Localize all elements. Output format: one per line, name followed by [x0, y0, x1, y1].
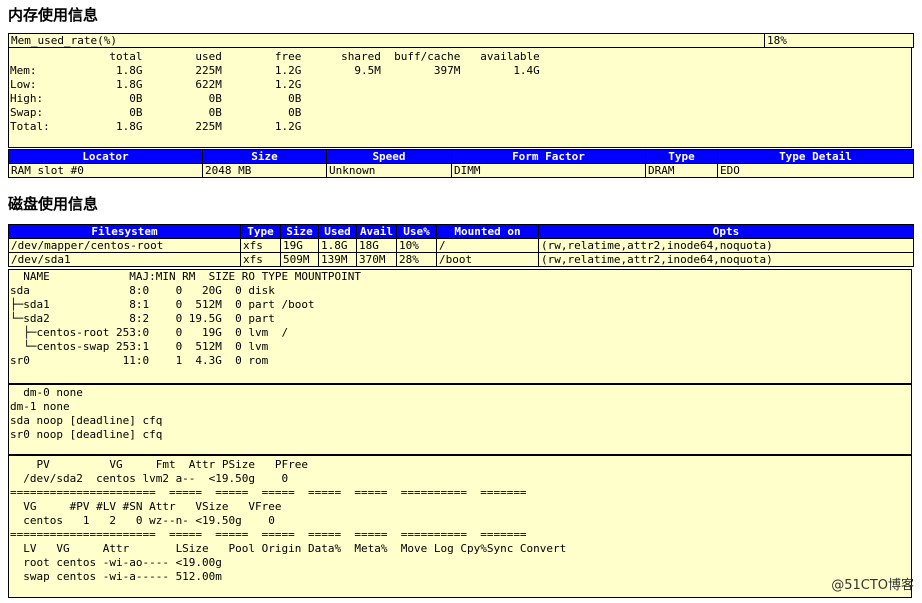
fs-header-cell: Mounted on	[436, 224, 539, 239]
ram-header-cell: Type Detail	[717, 149, 914, 164]
fs-header-cell: Opts	[538, 224, 914, 239]
fs-cell: /dev/sda1	[8, 252, 241, 267]
watermark: @51CTO博客	[831, 578, 914, 593]
ram-cell: RAM slot #0	[8, 163, 203, 178]
fs-cell: (rw,relatime,attr2,inode64,noquota)	[538, 252, 914, 267]
ram-header-cell: Form Factor	[451, 149, 646, 164]
fs-cell: 19G	[280, 238, 319, 253]
ram-header-cell: Locator	[8, 149, 203, 164]
lsblk-output: NAME MAJ:MIN RM SIZE RO TYPE MOUNTPOINT …	[8, 269, 912, 384]
fs-cell: 139M	[318, 252, 357, 267]
ram-cell: EDO	[717, 163, 914, 178]
fs-header-cell: Type	[240, 224, 281, 239]
fs-header-cell: Use%	[396, 224, 437, 239]
ram-header-cell: Type	[645, 149, 718, 164]
ram-table: Locator Size Speed Form Factor Type Type Deta…	[8, 149, 914, 178]
fs-cell: 509M	[280, 252, 319, 267]
fs-cell: (rw,relatime,attr2,inode64,noquota)	[538, 238, 914, 253]
fs-header-cell: Avail	[356, 224, 397, 239]
fs-cell: xfs	[240, 238, 281, 253]
fs-cell: 18G	[356, 238, 397, 253]
ram-cell: DRAM	[645, 163, 718, 178]
mem-rate-table: Mem_used_rate(%) 18%	[8, 33, 914, 48]
filesystem-table: Filesystem Type Size Used Avail Use% Mounted o…	[8, 224, 914, 267]
ram-cell: DIMM	[451, 163, 646, 178]
lvm-output: PV VG Fmt Attr PSize PFree /dev/sda2 cen…	[8, 455, 912, 598]
fs-header-cell: Filesystem	[8, 224, 241, 239]
disk-section-title: 磁盘使用信息	[8, 195, 99, 213]
fs-cell: 370M	[356, 252, 397, 267]
ram-cell: Unknown	[326, 163, 452, 178]
table-row: /dev/sda1 xfs 509M 139M 370M 28%/boot (rw,rela…	[8, 252, 914, 267]
fs-cell: /	[436, 238, 539, 253]
fs-cell: xfs	[240, 252, 281, 267]
scheduler-output: dm-0 none dm-1 none sda noop [deadline] …	[8, 384, 912, 455]
ram-header-cell: Speed	[326, 149, 452, 164]
free-output: total used free shared buff/cache availa…	[8, 47, 912, 148]
mem-rate-label: Mem_used_rate(%)	[8, 33, 765, 48]
ram-cell: 2048 MB	[202, 163, 327, 178]
ram-header-cell: Size	[202, 149, 327, 164]
mem-rate-value: 18%	[764, 33, 914, 48]
fs-cell: 10%	[396, 238, 437, 253]
fs-cell: 1.8G	[318, 238, 357, 253]
fs-cell: /dev/mapper/centos-root	[8, 238, 241, 253]
fs-header-cell: Size	[280, 224, 319, 239]
memory-section-title: 内存使用信息	[8, 6, 99, 24]
fs-cell: 28%	[396, 252, 437, 267]
fs-cell: /boot	[436, 252, 539, 267]
fs-header-cell: Used	[318, 224, 357, 239]
table-row: /dev/mapper/centos-root xfs 19G 1.8G 18G 10% /…	[8, 238, 914, 253]
